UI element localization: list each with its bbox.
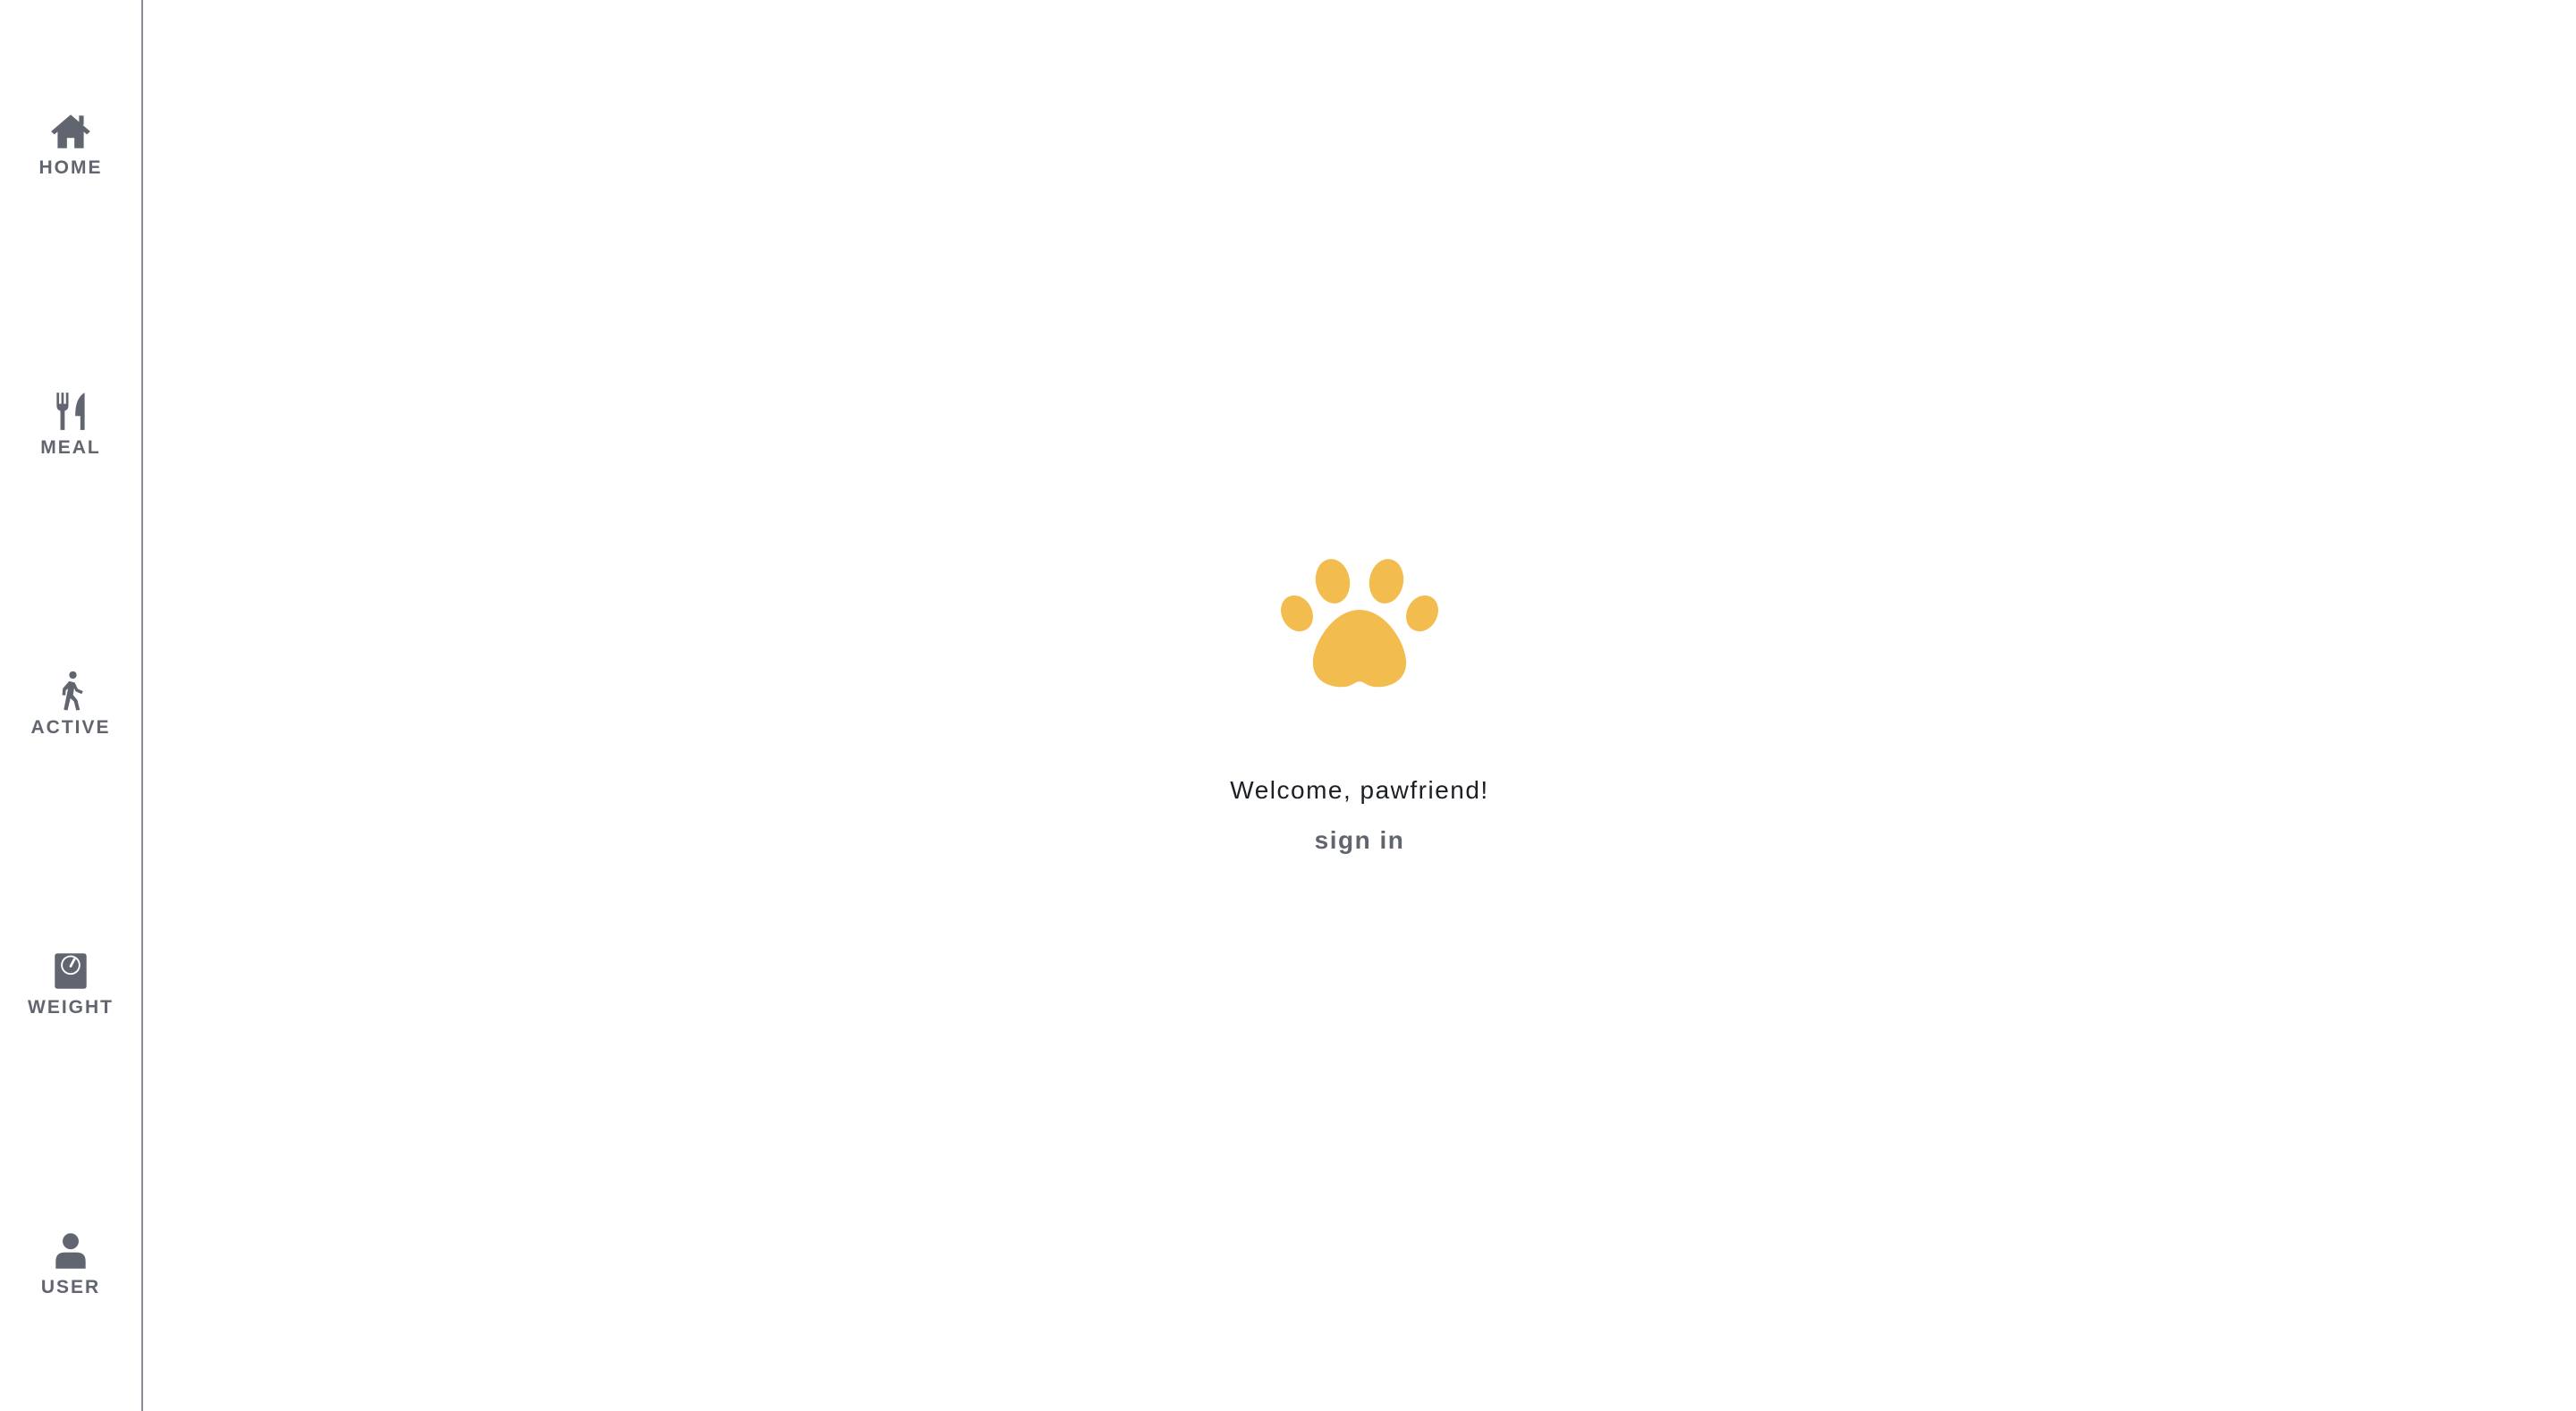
home-icon (48, 109, 93, 154)
sidebar-nav: HOME MEAL ACTIVE WEIGHT USER (0, 0, 143, 1411)
main-content: Welcome, pawfriend! sign in (143, 0, 2576, 1411)
app-root: HOME MEAL ACTIVE WEIGHT USER Welcome, pa… (0, 0, 2576, 1411)
sidebar-item-user[interactable]: USER (8, 1223, 133, 1304)
sidebar-item-label: MEAL (40, 437, 101, 458)
sidebar-item-label: WEIGHT (28, 997, 114, 1018)
sidebar-item-active[interactable]: ACTIVE (8, 663, 133, 744)
walking-icon (48, 669, 93, 714)
welcome-panel: Welcome, pawfriend! sign in (143, 554, 2576, 855)
sidebar-item-home[interactable]: HOME (8, 104, 133, 184)
sidebar-item-label: HOME (38, 157, 103, 178)
sidebar-item-label: ACTIVE (30, 717, 111, 738)
sidebar-item-weight[interactable]: WEIGHT (8, 943, 133, 1024)
sidebar-item-label: USER (40, 1277, 101, 1297)
welcome-message: Welcome, pawfriend! (1230, 776, 1489, 804)
sign-in-link[interactable]: sign in (1315, 826, 1405, 855)
user-icon (48, 1229, 93, 1273)
scale-icon (48, 949, 93, 993)
utensils-icon (48, 389, 93, 434)
sidebar-item-meal[interactable]: MEAL (8, 384, 133, 464)
paw-icon (1281, 559, 1438, 688)
